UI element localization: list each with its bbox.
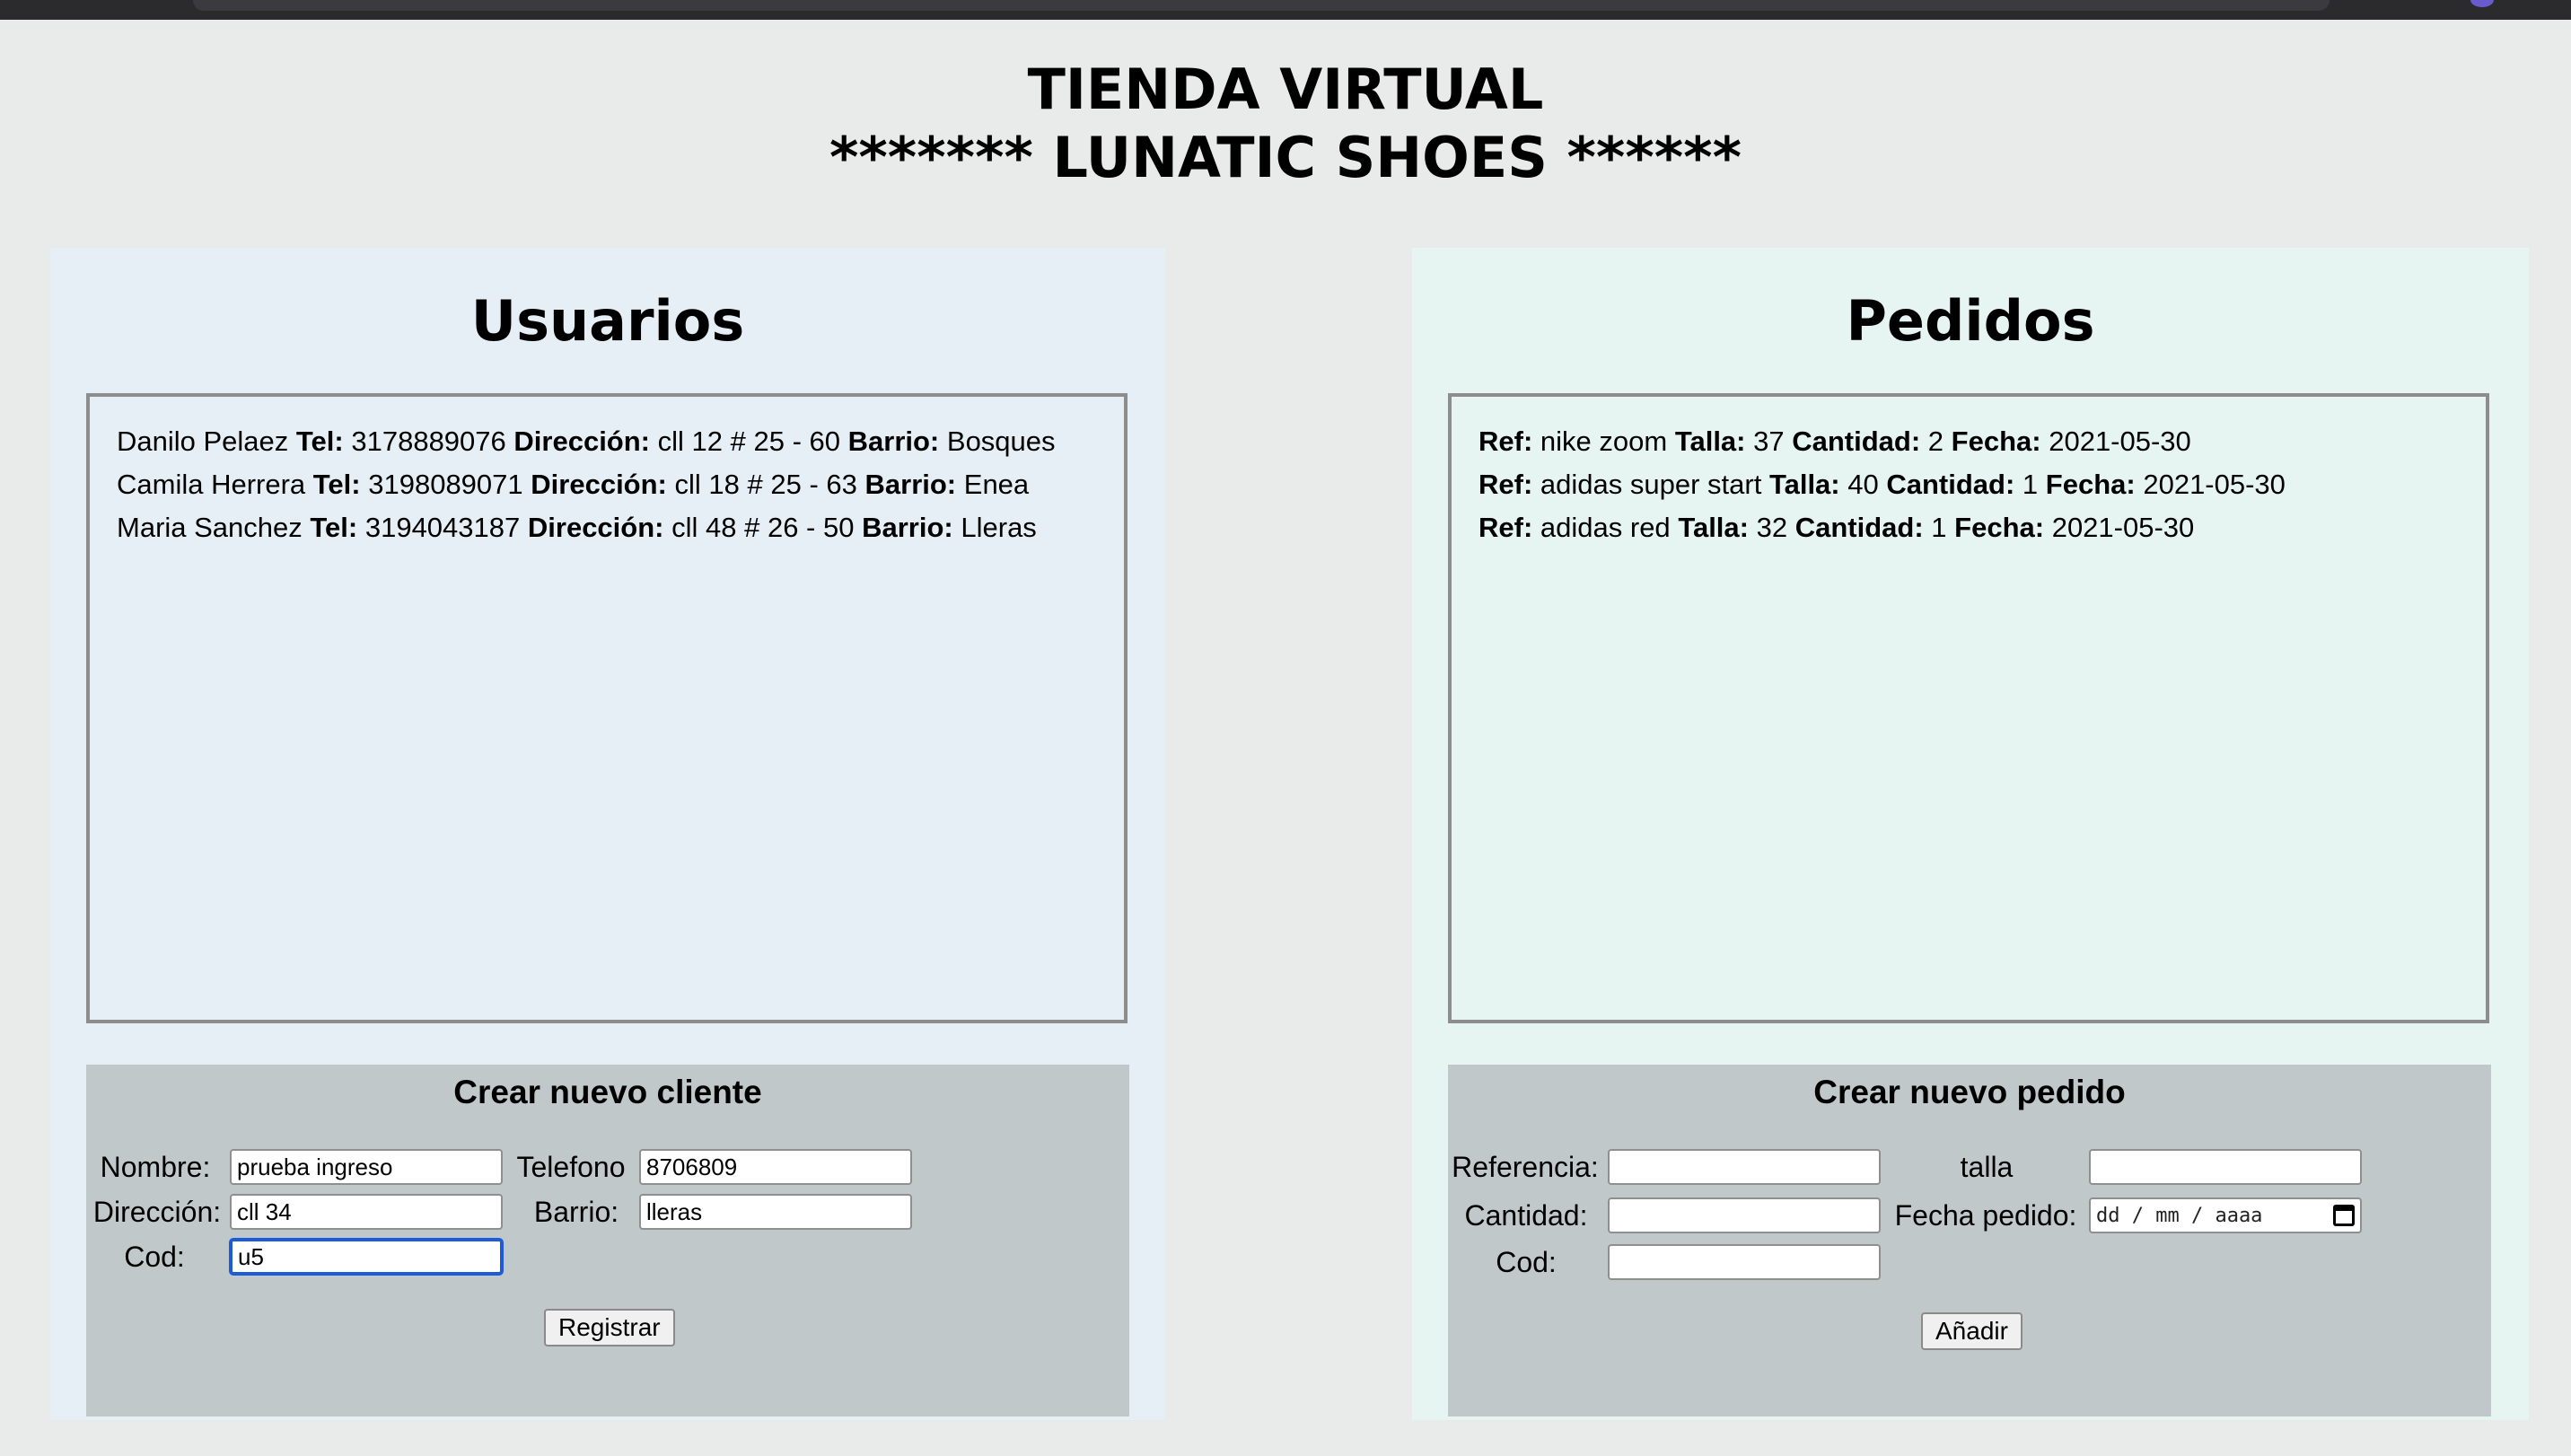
- referencia-label: Referencia:: [1452, 1151, 1599, 1183]
- orders-panel: Pedidos Ref: nike zoom Talla: 37 Cantida…: [1412, 248, 2529, 1420]
- direccion-label: Dirección:: [527, 512, 664, 543]
- talla-label: talla: [1960, 1151, 2014, 1183]
- cantidad-label: Cantidad:: [1886, 469, 2015, 500]
- direccion-label: Dirección:: [513, 425, 651, 457]
- list-item: Ref: adidas super start Talla: 40 Cantid…: [1479, 463, 2459, 506]
- barrio-label: Barrio:: [864, 469, 957, 500]
- anadir-button[interactable]: Añadir: [1921, 1312, 2023, 1350]
- extension-icon[interactable]: [2470, 0, 2494, 7]
- users-list: Danilo Pelaez Tel: 3178889076 Dirección:…: [86, 393, 1128, 1023]
- user-barrio: Enea: [963, 469, 1030, 500]
- nombre-input[interactable]: [230, 1149, 503, 1185]
- registrar-button[interactable]: Registrar: [544, 1309, 675, 1346]
- barrio-label: Barrio:: [862, 512, 953, 543]
- new-client-form: Crear nuevo cliente Nombre: Telefono Dir…: [86, 1065, 1129, 1417]
- browser-toolbar-edge: [0, 0, 2571, 20]
- user-tel: 3194043187: [364, 512, 521, 543]
- fecha-label: Fecha:: [2045, 469, 2136, 500]
- talla-label: Talla:: [1768, 469, 1840, 500]
- list-item: Ref: adidas red Talla: 32 Cantidad: 1 Fe…: [1479, 506, 2459, 549]
- order-cantidad: 2: [1927, 425, 1944, 457]
- tel-label: Tel:: [312, 469, 361, 500]
- barrio-input[interactable]: [639, 1194, 912, 1230]
- order-ref: adidas super start: [1540, 469, 1762, 500]
- ref-label: Ref:: [1479, 469, 1533, 500]
- telefono-label: Telefono: [516, 1151, 626, 1183]
- fecha-label: Fecha:: [1951, 425, 2041, 457]
- order-cantidad: 1: [2022, 469, 2039, 500]
- users-panel: Usuarios Danilo Pelaez Tel: 3178889076 D…: [50, 248, 1165, 1420]
- order-talla: 40: [1847, 469, 1879, 500]
- fecha-label: Fecha:: [1954, 512, 2045, 543]
- order-fecha: 2021-05-30: [2051, 512, 2195, 543]
- address-bar-edge[interactable]: [193, 0, 2330, 11]
- fecha-pedido-label: Fecha pedido:: [1894, 1199, 2077, 1232]
- user-direccion: cll 18 # 25 - 63: [674, 469, 857, 500]
- list-item: Danilo Pelaez Tel: 3178889076 Dirección:…: [117, 420, 1097, 463]
- order-talla: 32: [1756, 512, 1788, 543]
- referencia-input[interactable]: [1608, 1149, 1881, 1185]
- cod-input[interactable]: [1608, 1244, 1881, 1280]
- orders-heading: Pedidos: [1846, 288, 2095, 354]
- tel-label: Tel:: [295, 425, 344, 457]
- user-barrio: Bosques: [946, 425, 1056, 457]
- nombre-label: Nombre:: [100, 1151, 211, 1183]
- order-ref: adidas red: [1540, 512, 1671, 543]
- users-heading: Usuarios: [470, 288, 745, 354]
- user-barrio: Lleras: [961, 512, 1037, 543]
- user-name: Maria Sanchez: [117, 512, 303, 543]
- date-placeholder: dd / mm / aaaa: [2096, 1204, 2263, 1227]
- talla-label: Talla:: [1678, 512, 1749, 543]
- ref-label: Ref:: [1479, 512, 1533, 543]
- list-item: Ref: nike zoom Talla: 37 Cantidad: 2 Fec…: [1479, 420, 2459, 463]
- site-title-line1: TIENDA VIRTUAL: [1027, 57, 1544, 122]
- barrio-label: Barrio:: [533, 1196, 619, 1228]
- user-name: Danilo Pelaez: [117, 425, 289, 457]
- list-item: Maria Sanchez Tel: 3194043187 Dirección:…: [117, 506, 1097, 549]
- site-title-line2: ******* LUNATIC SHOES ******: [829, 125, 1742, 190]
- cantidad-label: Cantidad:: [1464, 1199, 1588, 1232]
- list-item: Camila Herrera Tel: 3198089071 Dirección…: [117, 463, 1097, 506]
- new-client-form-title: Crear nuevo cliente: [453, 1074, 762, 1110]
- new-order-form: Crear nuevo pedido Referencia: talla Can…: [1448, 1065, 2491, 1417]
- cantidad-label: Cantidad:: [1794, 512, 1924, 543]
- cantidad-label: Cantidad:: [1792, 425, 1921, 457]
- cod-input[interactable]: [230, 1239, 503, 1275]
- fecha-pedido-input[interactable]: dd / mm / aaaa: [2089, 1197, 2362, 1233]
- direccion-label: Dirección:: [92, 1196, 222, 1228]
- order-fecha: 2021-05-30: [2143, 469, 2286, 500]
- cantidad-input[interactable]: [1608, 1197, 1881, 1233]
- direccion-input[interactable]: [230, 1194, 503, 1230]
- calendar-icon[interactable]: [2333, 1205, 2355, 1226]
- cod-label: Cod:: [124, 1241, 185, 1273]
- orders-list: Ref: nike zoom Talla: 37 Cantidad: 2 Fec…: [1448, 393, 2489, 1023]
- order-ref: nike zoom: [1540, 425, 1668, 457]
- user-direccion: cll 12 # 25 - 60: [657, 425, 840, 457]
- user-tel: 3178889076: [351, 425, 506, 457]
- tel-label: Tel:: [310, 512, 358, 543]
- order-fecha: 2021-05-30: [2049, 425, 2191, 457]
- user-name: Camila Herrera: [117, 469, 306, 500]
- talla-input[interactable]: [2089, 1149, 2362, 1185]
- barrio-label: Barrio:: [847, 425, 940, 457]
- direccion-label: Dirección:: [531, 469, 667, 500]
- talla-label: Talla:: [1674, 425, 1746, 457]
- new-order-form-title: Crear nuevo pedido: [1813, 1074, 2126, 1110]
- order-talla: 37: [1753, 425, 1785, 457]
- ref-label: Ref:: [1479, 425, 1533, 457]
- user-direccion: cll 48 # 26 - 50: [671, 512, 855, 543]
- site-title: TIENDA VIRTUAL ******* LUNATIC SHOES ***…: [0, 56, 2571, 192]
- order-cantidad: 1: [1931, 512, 1947, 543]
- user-tel: 3198089071: [368, 469, 523, 500]
- telefono-input[interactable]: [639, 1149, 912, 1185]
- cod-label: Cod:: [1496, 1246, 1557, 1278]
